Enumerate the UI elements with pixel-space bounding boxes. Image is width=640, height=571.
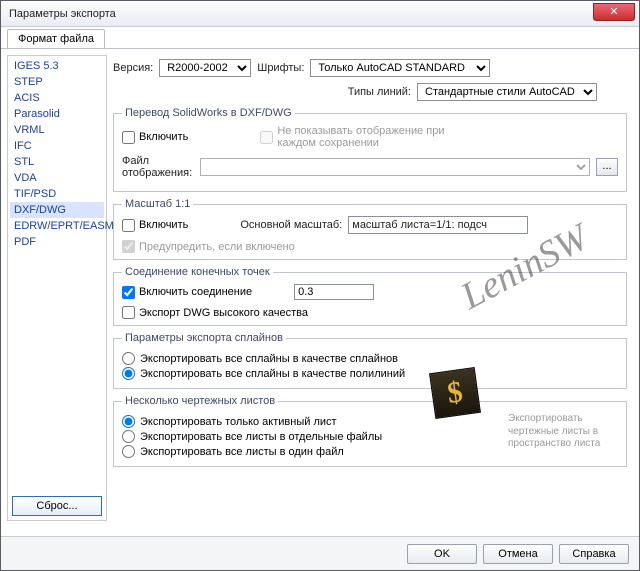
- sidebar-item-parasolid[interactable]: Parasolid: [10, 106, 104, 122]
- group-splines-legend: Параметры экспорта сплайнов: [122, 332, 286, 344]
- scale-enable-checkbox[interactable]: Включить: [122, 219, 188, 232]
- cancel-button[interactable]: Отмена: [483, 544, 553, 564]
- endpoints-tolerance-input[interactable]: [294, 284, 374, 300]
- spline-as-polyline-radio[interactable]: Экспортировать все сплайны в качестве по…: [122, 367, 618, 380]
- help-button[interactable]: Справка: [559, 544, 629, 564]
- base-scale-label: Основной масштаб:: [240, 219, 342, 231]
- map-file-select: [200, 158, 590, 176]
- sidebar-item-vda[interactable]: VDA: [10, 170, 104, 186]
- group-sheets: Несколько чертежных листов Экспортироват…: [113, 395, 627, 467]
- group-splines: Параметры экспорта сплайнов Экспортирова…: [113, 332, 627, 389]
- group-translate-legend: Перевод SolidWorks в DXF/DWG: [122, 107, 295, 119]
- linetypes-label: Типы линий:: [348, 86, 411, 98]
- group-translate: Перевод SolidWorks в DXF/DWG Включить Не…: [113, 107, 627, 192]
- format-sidebar: IGES 5.3STEPACISParasolidVRMLIFCSTLVDATI…: [7, 55, 107, 521]
- fonts-label: Шрифты:: [257, 62, 304, 74]
- format-list: IGES 5.3STEPACISParasolidVRMLIFCSTLVDATI…: [8, 56, 106, 492]
- fonts-select[interactable]: Только AutoCAD STANDARD: [310, 59, 490, 77]
- main-panel: Версия: R2000-2002 Шрифты: Только AutoCA…: [107, 55, 633, 521]
- close-button[interactable]: ✕: [593, 3, 635, 21]
- sidebar-item-tif-psd[interactable]: TIF/PSD: [10, 186, 104, 202]
- sidebar-item-acis[interactable]: ACIS: [10, 90, 104, 106]
- sidebar-item-ifc[interactable]: IFC: [10, 138, 104, 154]
- version-label: Версия:: [113, 62, 153, 74]
- reset-button[interactable]: Сброс...: [12, 496, 102, 516]
- map-file-browse-button[interactable]: ...: [596, 158, 618, 176]
- scale-warn-checkbox: Предупредить, если включено: [122, 240, 618, 253]
- endpoints-enable-checkbox[interactable]: Включить соединение: [122, 286, 252, 299]
- sidebar-item-step[interactable]: STEP: [10, 74, 104, 90]
- sheets-active-only-radio[interactable]: Экспортировать только активный лист: [122, 415, 498, 428]
- export-options-dialog: Параметры экспорта ✕ Формат файла IGES 5…: [0, 0, 640, 571]
- map-file-label: Файл отображения:: [122, 155, 194, 179]
- titlebar: Параметры экспорта ✕: [1, 1, 639, 27]
- linetypes-select[interactable]: Стандартные стили AutoCAD: [417, 83, 597, 101]
- sidebar-item-dxf-dwg[interactable]: DXF/DWG: [10, 202, 104, 218]
- window-title: Параметры экспорта: [9, 8, 116, 20]
- group-scale-legend: Масштаб 1:1: [122, 198, 193, 210]
- sidebar-item-stl[interactable]: STL: [10, 154, 104, 170]
- tabstrip: Формат файла: [1, 27, 639, 49]
- sidebar-item-iges-5-3[interactable]: IGES 5.3: [10, 58, 104, 74]
- spline-as-spline-radio[interactable]: Экспортировать все сплайны в качестве сп…: [122, 352, 618, 365]
- tab-file-format[interactable]: Формат файла: [7, 29, 105, 48]
- version-select[interactable]: R2000-2002: [159, 59, 251, 77]
- translate-enable-checkbox[interactable]: Включить: [122, 131, 188, 144]
- group-sheets-legend: Несколько чертежных листов: [122, 395, 278, 407]
- sheets-side-caption: Экспортировать чертежные листы в простра…: [508, 413, 618, 460]
- dialog-footer: OK Отмена Справка: [1, 536, 639, 570]
- sidebar-item-edrw-eprt-easm[interactable]: EDRW/EPRT/EASM: [10, 218, 104, 234]
- sheets-separate-files-radio[interactable]: Экспортировать все листы в отдельные фай…: [122, 430, 498, 443]
- sidebar-item-pdf[interactable]: PDF: [10, 234, 104, 250]
- sidebar-item-vrml[interactable]: VRML: [10, 122, 104, 138]
- base-scale-select: [348, 216, 528, 234]
- endpoints-hq-checkbox[interactable]: Экспорт DWG высокого качества: [122, 306, 618, 319]
- group-endpoints: Соединение конечных точек Включить соеди…: [113, 266, 627, 326]
- sheets-single-file-radio[interactable]: Экспортировать все листы в один файл: [122, 445, 498, 458]
- translate-noshow-checkbox: Не показывать отображение при каждом сох…: [260, 125, 447, 149]
- ok-button[interactable]: OK: [407, 544, 477, 564]
- group-endpoints-legend: Соединение конечных точек: [122, 266, 273, 278]
- group-scale: Масштаб 1:1 Включить Основной масштаб: П…: [113, 198, 627, 260]
